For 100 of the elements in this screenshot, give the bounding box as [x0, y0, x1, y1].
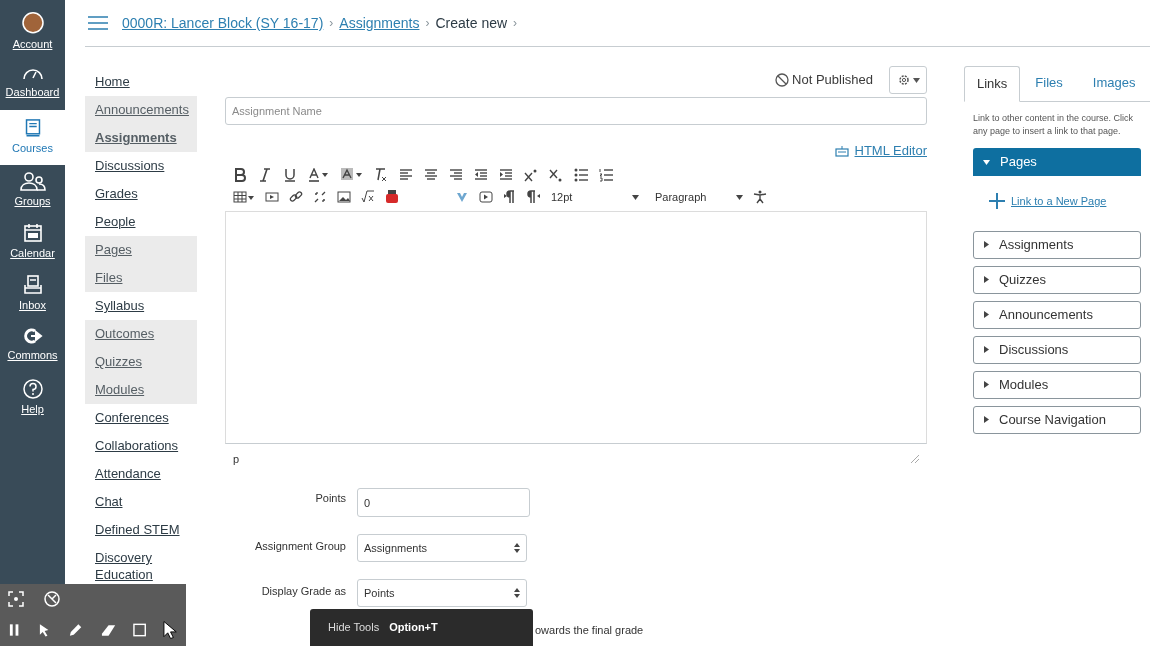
indent-icon[interactable] — [499, 168, 513, 182]
caret-right-icon — [984, 381, 989, 388]
course-nav-link[interactable]: Files — [85, 264, 197, 292]
align-left-icon[interactable] — [399, 168, 413, 182]
people-icon[interactable] — [19, 171, 46, 191]
course-nav-link[interactable]: Conferences — [85, 404, 197, 432]
number-input[interactable]: 0 — [357, 488, 530, 517]
eraser-icon[interactable] — [100, 622, 116, 637]
course-nav-link[interactable]: Attendance — [85, 460, 197, 488]
link-icon[interactable] — [289, 190, 303, 204]
course-nav-link[interactable]: Announcements — [85, 96, 197, 124]
inbox-icon[interactable] — [22, 275, 43, 295]
side-description: Link to other content in the course. Click any page to insert a link to that page. — [972, 112, 1135, 138]
table-icon[interactable] — [233, 190, 255, 204]
course-nav-link[interactable]: Collaborations — [85, 432, 197, 460]
side-tab[interactable]: Files — [1020, 65, 1078, 101]
outdent-icon[interactable] — [474, 168, 488, 182]
accessibility-icon[interactable] — [753, 190, 767, 204]
course-nav-link[interactable]: Defined STEM — [85, 516, 197, 544]
subscript-icon[interactable] — [549, 168, 563, 182]
course-nav-link[interactable]: Outcomes — [85, 320, 197, 348]
element-path: p — [233, 451, 240, 467]
highlight-icon[interactable] — [341, 168, 363, 182]
cursor-icon — [162, 619, 178, 640]
accordion-header[interactable]: Modules — [973, 370, 1141, 399]
underline-icon[interactable] — [283, 168, 297, 182]
settings-button[interactable] — [889, 66, 927, 94]
global-nav-item[interactable]: Account — [0, 6, 65, 58]
accordion-header[interactable]: Pages — [973, 148, 1141, 176]
course-nav-link[interactable]: People — [85, 208, 197, 236]
global-nav-item[interactable]: Calendar — [0, 217, 65, 269]
clear-format-icon[interactable] — [374, 168, 388, 182]
caret-icon — [736, 194, 743, 200]
text-color-icon[interactable] — [308, 168, 330, 182]
pencil-icon[interactable] — [68, 621, 84, 638]
numbered-list-icon[interactable] — [599, 168, 613, 182]
course-nav-link[interactable]: Syllabus — [85, 292, 197, 320]
arrow-icon[interactable] — [22, 327, 43, 345]
font-size-dropdown[interactable]: 12pt — [551, 188, 639, 206]
accordion-header[interactable]: Announcements — [973, 300, 1141, 329]
accordion-header[interactable]: Assignments — [973, 230, 1141, 259]
course-nav-link[interactable]: Chat — [85, 488, 197, 516]
format-dropdown[interactable]: Paragraph — [655, 188, 743, 206]
accordion-header[interactable]: Discussions — [973, 335, 1141, 364]
book-icon[interactable] — [23, 119, 42, 138]
field-label: Points — [314, 491, 346, 507]
play-icon[interactable] — [479, 190, 493, 204]
select-field[interactable]: Points — [357, 579, 527, 607]
accordion-header[interactable]: Course Navigation — [973, 405, 1141, 434]
caret-right-icon — [984, 311, 989, 318]
italic-icon[interactable] — [258, 168, 272, 182]
paragraph-rtl-icon[interactable] — [527, 190, 541, 204]
new-page-link[interactable]: Link to a New Page — [1011, 193, 1107, 210]
html-editor-link[interactable]: HTML Editor — [854, 141, 927, 161]
course-nav-link[interactable]: Home — [85, 68, 197, 96]
square-root-icon[interactable] — [361, 190, 375, 204]
course-nav-link[interactable]: Discovery Education — [85, 544, 197, 588]
menu-icon[interactable] — [88, 16, 108, 30]
screenshot-icon[interactable] — [8, 590, 24, 607]
caret-icon — [632, 194, 639, 200]
image-icon[interactable] — [337, 190, 351, 204]
global-nav-item[interactable]: Commons — [0, 321, 65, 373]
global-nav-item[interactable]: Inbox — [0, 269, 65, 321]
align-center-icon[interactable] — [424, 168, 438, 182]
align-right-icon[interactable] — [449, 168, 463, 182]
shortcut-text: Option+T — [389, 620, 438, 636]
side-tab[interactable]: Links — [964, 66, 1021, 102]
side-tab[interactable]: Images — [1077, 65, 1151, 101]
superscript-icon[interactable] — [524, 168, 538, 182]
course-nav-link[interactable]: Modules — [85, 376, 197, 404]
help-icon[interactable] — [22, 379, 43, 399]
global-nav-item[interactable]: Help — [0, 373, 65, 425]
accordion-header[interactable]: Quizzes — [973, 265, 1141, 294]
caret-icon — [912, 77, 920, 83]
vimeo-icon[interactable] — [455, 190, 469, 204]
assignment-name-field[interactable]: Assignment Name — [225, 97, 927, 125]
media-icon[interactable] — [265, 190, 279, 204]
course-nav-link[interactable]: Pages — [85, 236, 197, 264]
course-nav-link[interactable]: Assignments — [85, 124, 197, 152]
global-nav-item[interactable]: Groups — [0, 165, 65, 217]
caret-right-icon — [984, 416, 989, 423]
calendar-icon[interactable] — [22, 223, 43, 243]
field-label: Display Grade as — [260, 583, 346, 599]
resize-handle-icon[interactable] — [911, 455, 919, 463]
breadcrumb-separator: › — [329, 15, 334, 32]
bold-icon[interactable] — [233, 168, 247, 182]
global-nav-item[interactable]: Courses — [0, 110, 65, 165]
course-nav-link[interactable]: Grades — [85, 180, 197, 208]
caret-right-icon — [984, 241, 989, 248]
course-nav-link[interactable]: Discussions — [85, 152, 197, 180]
grade-option-text: owards the final grade — [535, 624, 644, 636]
global-nav-item[interactable]: Dashboard — [0, 58, 65, 110]
rectangle-icon[interactable] — [132, 622, 146, 637]
course-nav-link[interactable]: Quizzes — [85, 348, 197, 376]
select-field[interactable]: Assignments — [357, 534, 527, 562]
breadcrumb-link[interactable]: Assignments — [339, 12, 420, 34]
paragraph-ltr-icon[interactable] — [503, 190, 517, 204]
bullet-list-icon[interactable] — [574, 168, 588, 182]
breadcrumb-link[interactable]: 0000R: Lancer Block (SY 16-17) — [122, 12, 324, 34]
caret-right-icon — [984, 276, 989, 283]
